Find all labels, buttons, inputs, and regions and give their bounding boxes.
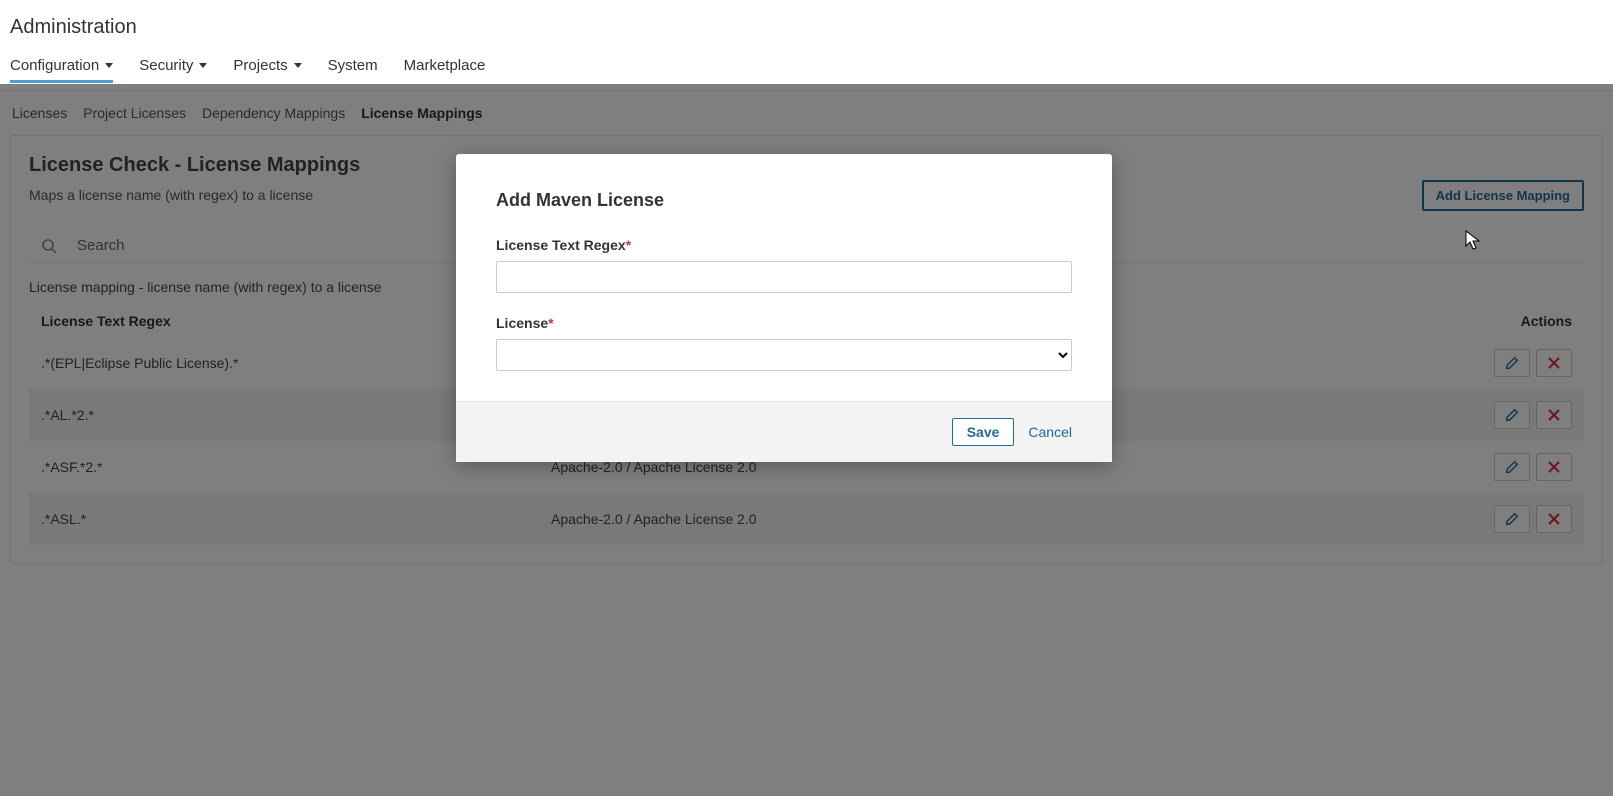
nav-marketplace[interactable]: Marketplace <box>404 57 486 80</box>
nav-label: Security <box>139 57 193 74</box>
nav-label: Marketplace <box>404 57 486 74</box>
nav-system[interactable]: System <box>328 57 378 80</box>
nav-label: Configuration <box>10 57 99 74</box>
required-asterisk: * <box>626 237 631 253</box>
license-text-regex-input[interactable] <box>496 261 1072 293</box>
chevron-down-icon <box>105 63 113 68</box>
label-text: License Text Regex <box>496 237 626 253</box>
label-text: License <box>496 315 548 331</box>
add-license-modal: Add Maven License License Text Regex* Li… <box>456 154 1112 462</box>
chevron-down-icon <box>199 63 207 68</box>
required-asterisk: * <box>548 315 553 331</box>
label-license-text-regex: License Text Regex* <box>496 237 1072 253</box>
label-license: License* <box>496 315 1072 331</box>
nav-label: Projects <box>233 57 287 74</box>
modal-footer: Save Cancel <box>456 401 1112 462</box>
page-title: Administration <box>10 16 1603 39</box>
cancel-button[interactable]: Cancel <box>1028 424 1072 440</box>
nav-projects[interactable]: Projects <box>233 57 301 80</box>
save-button[interactable]: Save <box>952 418 1015 446</box>
modal-title: Add Maven License <box>496 190 1072 211</box>
nav-label: System <box>328 57 378 74</box>
chevron-down-icon <box>294 63 302 68</box>
nav-security[interactable]: Security <box>139 57 207 80</box>
nav-configuration[interactable]: Configuration <box>10 57 113 83</box>
license-select[interactable] <box>496 339 1072 371</box>
